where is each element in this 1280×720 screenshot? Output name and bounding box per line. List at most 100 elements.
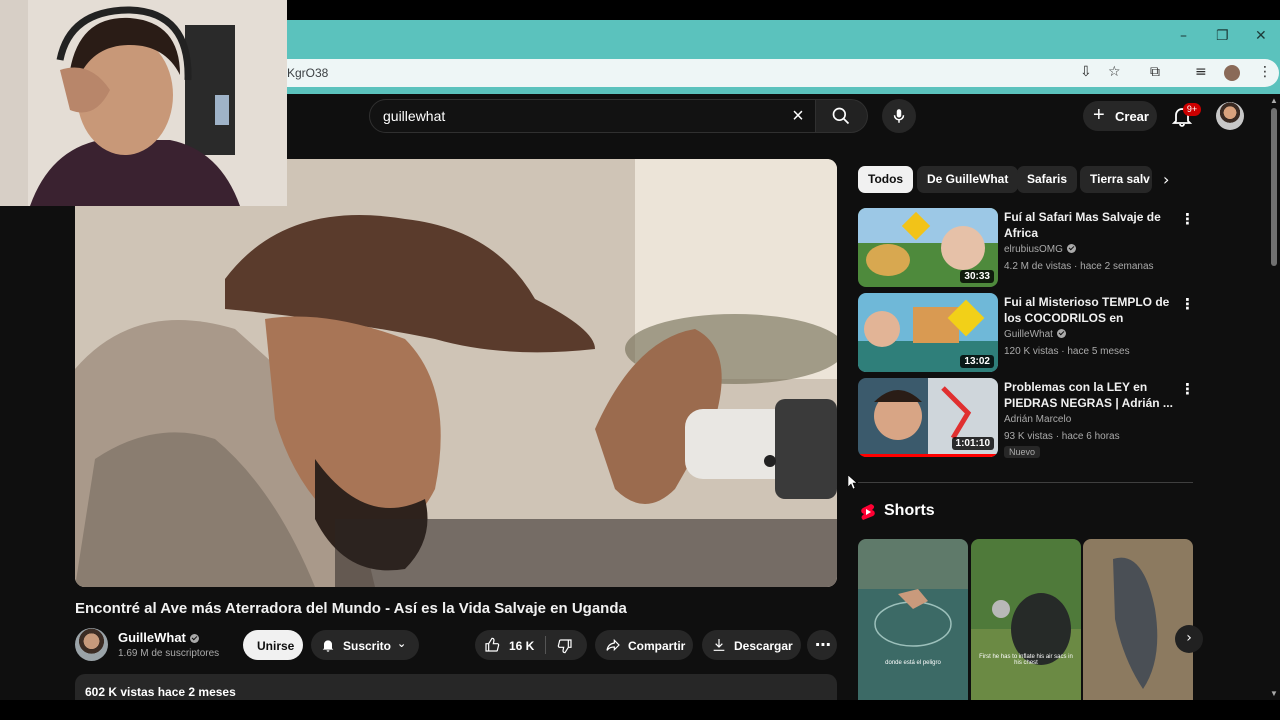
webcam-overlay bbox=[0, 0, 287, 206]
subscriber-count: 1.69 M de suscriptores bbox=[118, 648, 220, 659]
short-thumbnail bbox=[971, 539, 1081, 700]
channel-avatar[interactable] bbox=[75, 628, 108, 661]
short-caption: donde está el peligro bbox=[885, 660, 941, 666]
chip-todos[interactable]: Todos bbox=[858, 166, 914, 193]
share-label: Compartir bbox=[628, 639, 686, 653]
chip-tierra-salvaje[interactable]: Tierra salv bbox=[1080, 166, 1152, 193]
install-app-icon[interactable]: ⇩ bbox=[1080, 64, 1092, 80]
scroll-up-icon[interactable]: ▲ bbox=[1270, 96, 1278, 105]
verified-badge-icon bbox=[189, 634, 199, 643]
media-controls-icon[interactable]: ≡ bbox=[1195, 64, 1207, 80]
bell-ringing-icon bbox=[322, 640, 334, 652]
search-button[interactable] bbox=[816, 99, 868, 133]
short-caption: First he has to inflate his air sacs in … bbox=[979, 654, 1073, 666]
short-item[interactable] bbox=[1083, 539, 1193, 700]
scrollbar-thumb[interactable] bbox=[1271, 108, 1277, 266]
view-count-date: 602 K vistas hace 2 meses bbox=[85, 685, 236, 699]
join-button[interactable]: Unirse bbox=[243, 630, 303, 660]
voice-search-button[interactable] bbox=[882, 99, 916, 133]
new-badge: Nuevo bbox=[1004, 446, 1041, 458]
video-stats: 4.2 M de vistas · hace 2 semanas bbox=[1004, 261, 1154, 272]
profile-avatar-icon[interactable] bbox=[1224, 65, 1240, 81]
short-thumbnail bbox=[858, 539, 968, 700]
video-duration: 30:33 bbox=[960, 270, 994, 283]
browser-menu-icon[interactable]: ⋮ bbox=[1258, 64, 1272, 80]
list-item[interactable]: 30:33 Fuí al Safari Mas Salvaje de Afric… bbox=[858, 208, 1195, 288]
shorts-logo-icon bbox=[861, 504, 875, 520]
video-title[interactable]: Fui al Misterioso TEMPLO de los COCODRIL… bbox=[1004, 294, 1176, 326]
video-thumbnail[interactable]: 1:01:10 bbox=[858, 378, 998, 457]
bookmark-star-icon[interactable]: ☆ bbox=[1108, 64, 1121, 80]
share-icon bbox=[606, 638, 620, 652]
more-vertical-icon[interactable]: ⋮ bbox=[1180, 295, 1195, 313]
more-vertical-icon[interactable]: ⋮ bbox=[1180, 210, 1195, 228]
like-icon[interactable] bbox=[484, 637, 500, 653]
channel-name: GuilleWhat bbox=[1004, 329, 1066, 340]
more-actions-button[interactable]: ⋯ bbox=[807, 630, 837, 660]
search-input[interactable]: guillewhat bbox=[383, 108, 445, 124]
create-button[interactable]: + Crear bbox=[1083, 101, 1157, 131]
description-box[interactable]: 602 K vistas hace 2 meses bbox=[75, 674, 837, 700]
join-label: Unirse bbox=[257, 639, 295, 653]
watch-progress-bar bbox=[858, 454, 998, 457]
video-title[interactable]: Fuí al Safari Mas Salvaje de Africa bbox=[1004, 209, 1176, 241]
video-thumbnail[interactable]: 30:33 bbox=[858, 208, 998, 287]
plus-icon: + bbox=[1093, 104, 1105, 126]
share-button[interactable]: Compartir bbox=[595, 630, 693, 660]
download-label: Descargar bbox=[734, 639, 793, 653]
video-title[interactable]: Problemas con la LEY en PIEDRAS NEGRAS |… bbox=[1004, 379, 1176, 411]
chevron-down-icon: ⌄ bbox=[397, 637, 407, 650]
clear-search-icon[interactable]: × bbox=[787, 105, 809, 127]
scroll-down-icon[interactable]: ▼ bbox=[1270, 689, 1278, 698]
video-stats: 120 K vistas · hace 5 meses bbox=[1004, 346, 1130, 357]
subscribed-button[interactable]: Suscrito ⌄ bbox=[311, 630, 419, 660]
screen-bottom-bar bbox=[0, 700, 1280, 720]
download-button[interactable]: Descargar bbox=[702, 630, 801, 660]
list-item[interactable]: 13:02 Fui al Misterioso TEMPLO de los CO… bbox=[858, 293, 1195, 373]
chevron-right-icon[interactable]: › bbox=[1163, 170, 1183, 190]
channel-name: Adrián Marcelo bbox=[1004, 414, 1072, 425]
account-avatar[interactable] bbox=[1216, 102, 1244, 130]
mouse-cursor-icon bbox=[848, 475, 858, 489]
create-label: Crear bbox=[1115, 109, 1149, 124]
video-title: Encontré al Ave más Aterradora del Mundo… bbox=[75, 600, 627, 617]
address-bar[interactable]: KgrO38 bbox=[287, 59, 1279, 87]
browser-tab-strip bbox=[287, 20, 1280, 52]
microphone-icon bbox=[893, 109, 905, 123]
list-item[interactable]: 1:01:10 Problemas con la LEY en PIEDRAS … bbox=[858, 378, 1195, 458]
shorts-next-button[interactable]: › bbox=[1175, 625, 1203, 653]
more-horizontal-icon: ⋯ bbox=[815, 637, 831, 654]
like-divider bbox=[545, 636, 546, 654]
verified-badge-icon bbox=[1066, 244, 1076, 253]
search-box[interactable]: guillewhat × bbox=[369, 99, 816, 133]
channel-name-label: GuilleWhat bbox=[118, 630, 186, 645]
verified-badge-icon bbox=[1056, 329, 1066, 338]
extensions-icon[interactable]: ⧉ bbox=[1150, 64, 1160, 80]
channel-name[interactable]: GuilleWhat bbox=[118, 630, 199, 645]
dislike-icon[interactable] bbox=[557, 638, 573, 654]
notification-badge: 9+ bbox=[1183, 103, 1201, 116]
video-thumbnail[interactable]: 13:02 bbox=[858, 293, 998, 372]
chip-de-guillewhat[interactable]: De GuilleWhat bbox=[917, 166, 1019, 193]
video-stats: 93 K vistas · hace 6 horas bbox=[1004, 431, 1120, 442]
short-item[interactable]: First he has to inflate his air sacs in … bbox=[971, 539, 1081, 700]
like-dislike-group: 16 K bbox=[475, 630, 587, 660]
chip-safaris[interactable]: Safaris bbox=[1017, 166, 1078, 193]
shorts-heading: Shorts bbox=[884, 502, 935, 519]
section-divider bbox=[858, 482, 1193, 483]
more-vertical-icon[interactable]: ⋮ bbox=[1180, 380, 1195, 398]
like-count[interactable]: 16 K bbox=[509, 639, 534, 653]
close-icon[interactable]: ✕ bbox=[1255, 28, 1267, 44]
minimize-icon[interactable]: – bbox=[1180, 28, 1187, 44]
video-duration: 13:02 bbox=[960, 355, 994, 368]
restore-icon[interactable]: ❐ bbox=[1216, 28, 1229, 44]
video-duration: 1:01:10 bbox=[951, 437, 994, 450]
download-icon bbox=[713, 639, 725, 651]
short-item[interactable]: donde está el peligro bbox=[858, 539, 968, 700]
search-icon bbox=[832, 107, 850, 125]
video-player[interactable] bbox=[75, 159, 837, 587]
short-thumbnail bbox=[1083, 539, 1193, 700]
webcam-illustration bbox=[0, 0, 287, 206]
channel-name-label: GuilleWhat bbox=[1004, 329, 1053, 340]
channel-name: elrubiusOMG bbox=[1004, 244, 1076, 255]
